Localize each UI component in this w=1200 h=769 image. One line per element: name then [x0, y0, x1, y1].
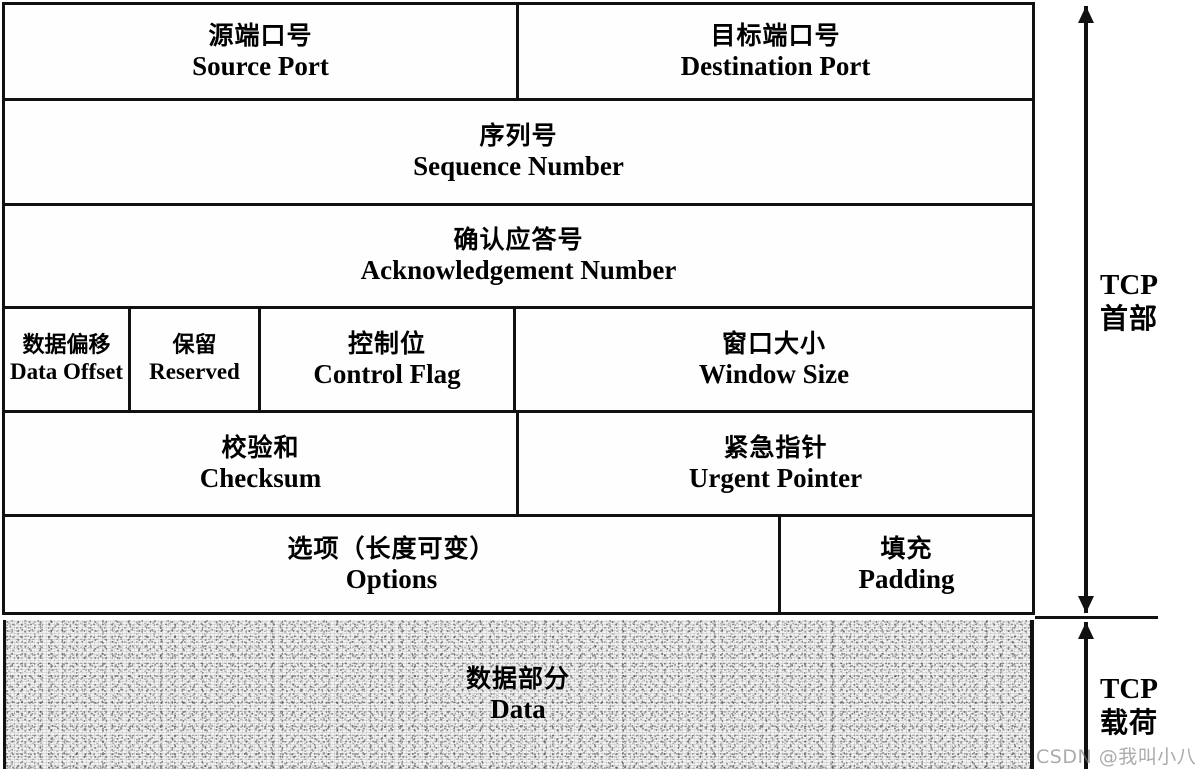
field-window-size-en: Window Size [698, 358, 850, 389]
label-tcp-header-cn: 首部 [1100, 302, 1159, 336]
field-acknowledgement-number: 确认应答号 Acknowledgement Number [5, 206, 1032, 306]
field-padding-cn: 填充 [880, 533, 933, 563]
csdn-watermark: CSDN @我叫小八 [1036, 746, 1197, 768]
field-data: 数据部分 Data [465, 663, 570, 724]
field-data-cn: 数据部分 [465, 663, 570, 693]
field-sequence-number-en: Sequence Number [413, 151, 624, 182]
field-reserved-en: Reserved [149, 359, 240, 385]
field-destination-port-en: Destination Port [680, 50, 871, 81]
field-options: 选项（长度可变） Options [5, 516, 781, 613]
field-acknowledgement-number-cn: 确认应答号 [453, 225, 584, 255]
field-checksum-en: Checksum [199, 462, 322, 493]
field-checksum-cn: 校验和 [221, 432, 300, 462]
field-urgent-pointer-cn: 紧急指针 [723, 432, 828, 462]
header-row-control: 数据偏移 Data Offset 保留 Reserved 控制位 Control… [5, 309, 1032, 413]
arrow-up-icon [1078, 622, 1094, 639]
arrow-shaft [1084, 6, 1088, 613]
field-reserved: 保留 Reserved [131, 309, 261, 410]
header-row-ports: 源端口号 Source Port 目标端口号 Destination Port [5, 5, 1032, 102]
field-data-offset-cn: 数据偏移 [22, 332, 111, 358]
tcp-header-span-arrow [1078, 6, 1094, 613]
header-row-options: 选项（长度可变） Options 填充 Padding [5, 516, 1032, 613]
field-data-offset: 数据偏移 Data Offset [5, 309, 131, 410]
field-window-size: 窗口大小 Window Size [516, 309, 1032, 410]
header-payload-divider [1035, 616, 1158, 619]
label-tcp-header: TCP 首部 [1100, 268, 1158, 335]
field-data-offset-en: Data Offset [9, 359, 124, 385]
field-source-port-en: Source Port [192, 50, 329, 81]
field-source-port: 源端口号 Source Port [5, 5, 519, 99]
field-destination-port-cn: 目标端口号 [710, 20, 841, 50]
field-sequence-number: 序列号 Sequence Number [5, 101, 1032, 203]
field-urgent-pointer: 紧急指针 Urgent Pointer [519, 413, 1032, 514]
header-row-checksum: 校验和 Checksum 紧急指针 Urgent Pointer [5, 413, 1032, 517]
label-tcp-payload-cn: 载荷 [1100, 706, 1159, 740]
field-control-flag-en: Control Flag [313, 358, 461, 389]
field-source-port-cn: 源端口号 [208, 20, 313, 50]
field-urgent-pointer-en: Urgent Pointer [688, 462, 863, 493]
field-sequence-number-cn: 序列号 [479, 121, 558, 151]
field-options-cn: 选项（长度可变） [287, 533, 496, 563]
header-row-acknowledgement: 确认应答号 Acknowledgement Number [5, 206, 1032, 310]
field-padding: 填充 Padding [781, 517, 1032, 612]
header-row-sequence: 序列号 Sequence Number [5, 101, 1032, 207]
field-window-size-cn: 窗口大小 [721, 328, 826, 358]
tcp-header-table: 源端口号 Source Port 目标端口号 Destination Port … [2, 2, 1035, 615]
field-data-en: Data [490, 693, 546, 724]
field-acknowledgement-number-en: Acknowledgement Number [360, 255, 677, 286]
field-control-flag-cn: 控制位 [347, 328, 426, 358]
field-destination-port: 目标端口号 Destination Port [519, 5, 1032, 98]
label-tcp-header-en: TCP [1100, 269, 1158, 301]
arrow-down-icon [1078, 596, 1094, 613]
label-tcp-payload-en: TCP [1100, 673, 1158, 705]
field-reserved-cn: 保留 [172, 332, 217, 358]
tcp-payload-block: 数据部分 Data [3, 620, 1034, 769]
field-checksum: 校验和 Checksum [5, 413, 519, 514]
field-control-flag: 控制位 Control Flag [261, 309, 516, 410]
tcp-header-diagram: 源端口号 Source Port 目标端口号 Destination Port … [0, 0, 1200, 769]
arrow-up-icon [1078, 6, 1094, 23]
field-padding-en: Padding [858, 563, 955, 594]
label-tcp-payload: TCP 载荷 [1100, 672, 1158, 739]
field-options-en: Options [345, 563, 438, 594]
